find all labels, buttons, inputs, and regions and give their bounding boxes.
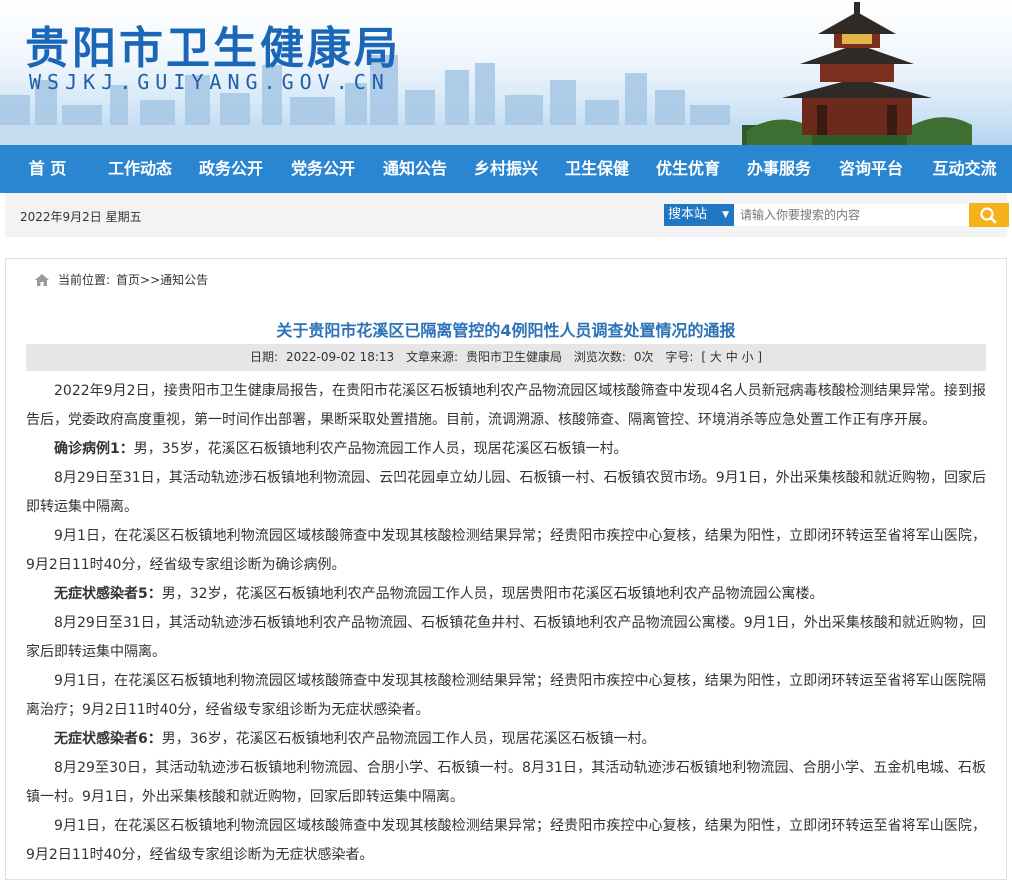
font-size-options[interactable]: [ 大 中 小 ] <box>701 350 762 364</box>
nav-item-government-affairs[interactable]: 政务公开 <box>185 145 277 193</box>
breadcrumb-path[interactable]: 首页>>通知公告 <box>116 271 208 288</box>
paragraph: 8月29至30日，其活动轨迹涉石板镇地利物流园、合朋小学、石板镇一村。8月31日… <box>26 760 986 805</box>
nav-item-notices[interactable]: 通知公告 <box>369 145 461 193</box>
pavilion-tower-illustration <box>742 2 972 145</box>
site-banner: 贵阳市卫生健康局 WSJKJ.GUIYANG.GOV.CN <box>0 0 1012 145</box>
nav-item-services[interactable]: 办事服务 <box>733 145 825 193</box>
nav-item-eugenics[interactable]: 优生优育 <box>643 145 733 193</box>
paragraph: 9月1日，在花溪区石板镇地利物流园区域核酸筛查中发现其核酸检测结果异常；经贵阳市… <box>26 818 986 863</box>
search-input[interactable] <box>734 204 970 226</box>
paragraph: 2022年9月2日，接贵阳市卫生健康局报告，在贵阳市花溪区石板镇地利农产品物流园… <box>26 383 986 428</box>
meta-views: 0次 <box>633 350 654 364</box>
search-scope-label: 搜本站 <box>668 207 708 222</box>
meta-source-label: 文章来源: <box>405 350 459 364</box>
paragraph: 无症状感染者5：男，32岁，花溪区石板镇地利农产品物流园工作人员，现居贵阳市花溪… <box>54 586 824 602</box>
search-icon <box>980 207 997 224</box>
paragraph: 确诊病例1：男，35岁，花溪区石板镇地利农产品物流园工作人员，现居花溪区石板镇一… <box>54 441 628 457</box>
nav-item-work-news[interactable]: 工作动态 <box>95 145 185 193</box>
meta-date-label: 日期: <box>249 350 278 364</box>
meta-views-label: 浏览次数: <box>573 350 626 364</box>
meta-source: 贵阳市卫生健康局 <box>466 350 563 364</box>
main-nav: 首 页 工作动态 政务公开 党务公开 通知公告 乡村振兴 卫生保健 优生优育 办… <box>0 145 1012 193</box>
breadcrumb-label: 当前位置: <box>58 273 111 287</box>
info-bar: 2022年9月2日 星期五 搜本站 ▼ <box>5 193 1009 237</box>
nav-item-consultation[interactable]: 咨询平台 <box>825 145 917 193</box>
nav-item-health-care[interactable]: 卫生保健 <box>551 145 643 193</box>
nav-item-interaction[interactable]: 互动交流 <box>917 145 1012 193</box>
home-icon <box>35 273 49 286</box>
nav-item-home[interactable]: 首 页 <box>0 145 95 193</box>
site-domain: WSJKJ.GUIYANG.GOV.CN <box>29 70 390 94</box>
article-body: 2022年9月2日，接贵阳市卫生健康局报告，在贵阳市花溪区石板镇地利农产品物流园… <box>26 377 986 870</box>
caret-down-icon: ▼ <box>722 210 729 220</box>
site-title: 贵阳市卫生健康局 <box>25 23 401 74</box>
search-scope-select[interactable]: 搜本站 ▼ <box>664 204 734 226</box>
article-panel: 当前位置: 首页>>通知公告 关于贵阳市花溪区已隔离管控的4例阳性人员调查处置情… <box>5 258 1007 880</box>
paragraph: 无症状感染者6：男，36岁，花溪区石板镇地利农产品物流园工作人员，现居花溪区石板… <box>54 731 656 747</box>
paragraph: 9月1日，在花溪区石板镇地利物流园区域核酸筛查中发现其核酸检测结果异常；经贵阳市… <box>26 673 986 718</box>
paragraph: 9月1日，在花溪区石板镇地利物流园区域核酸筛查中发现其核酸检测结果异常；经贵阳市… <box>26 528 986 573</box>
nav-item-rural-revitalization[interactable]: 乡村振兴 <box>461 145 551 193</box>
search-button[interactable] <box>969 203 1009 227</box>
article-meta: 日期: 2022-09-02 18:13 文章来源: 贵阳市卫生健康局 浏览次数: 0… <box>26 344 986 371</box>
current-date: 2022年9月2日 星期五 <box>20 210 142 224</box>
meta-date: 2022-09-02 18:13 <box>286 350 395 364</box>
paragraph: 8月29日至31日，其活动轨迹涉石板镇地利农产品物流园、石板镇花鱼井村、石板镇地… <box>26 615 986 660</box>
meta-fontsize-label: 字号: <box>665 350 694 364</box>
nav-item-party-affairs[interactable]: 党务公开 <box>277 145 369 193</box>
article-title: 关于贵阳市花溪区已隔离管控的4例阳性人员调查处置情况的通报 <box>276 321 736 340</box>
breadcrumb: 当前位置: 首页>>通知公告 <box>34 271 208 288</box>
paragraph: 8月29日至31日，其活动轨迹涉石板镇地利物流园、云凹花园卓立幼儿园、石板镇一村… <box>26 470 986 515</box>
